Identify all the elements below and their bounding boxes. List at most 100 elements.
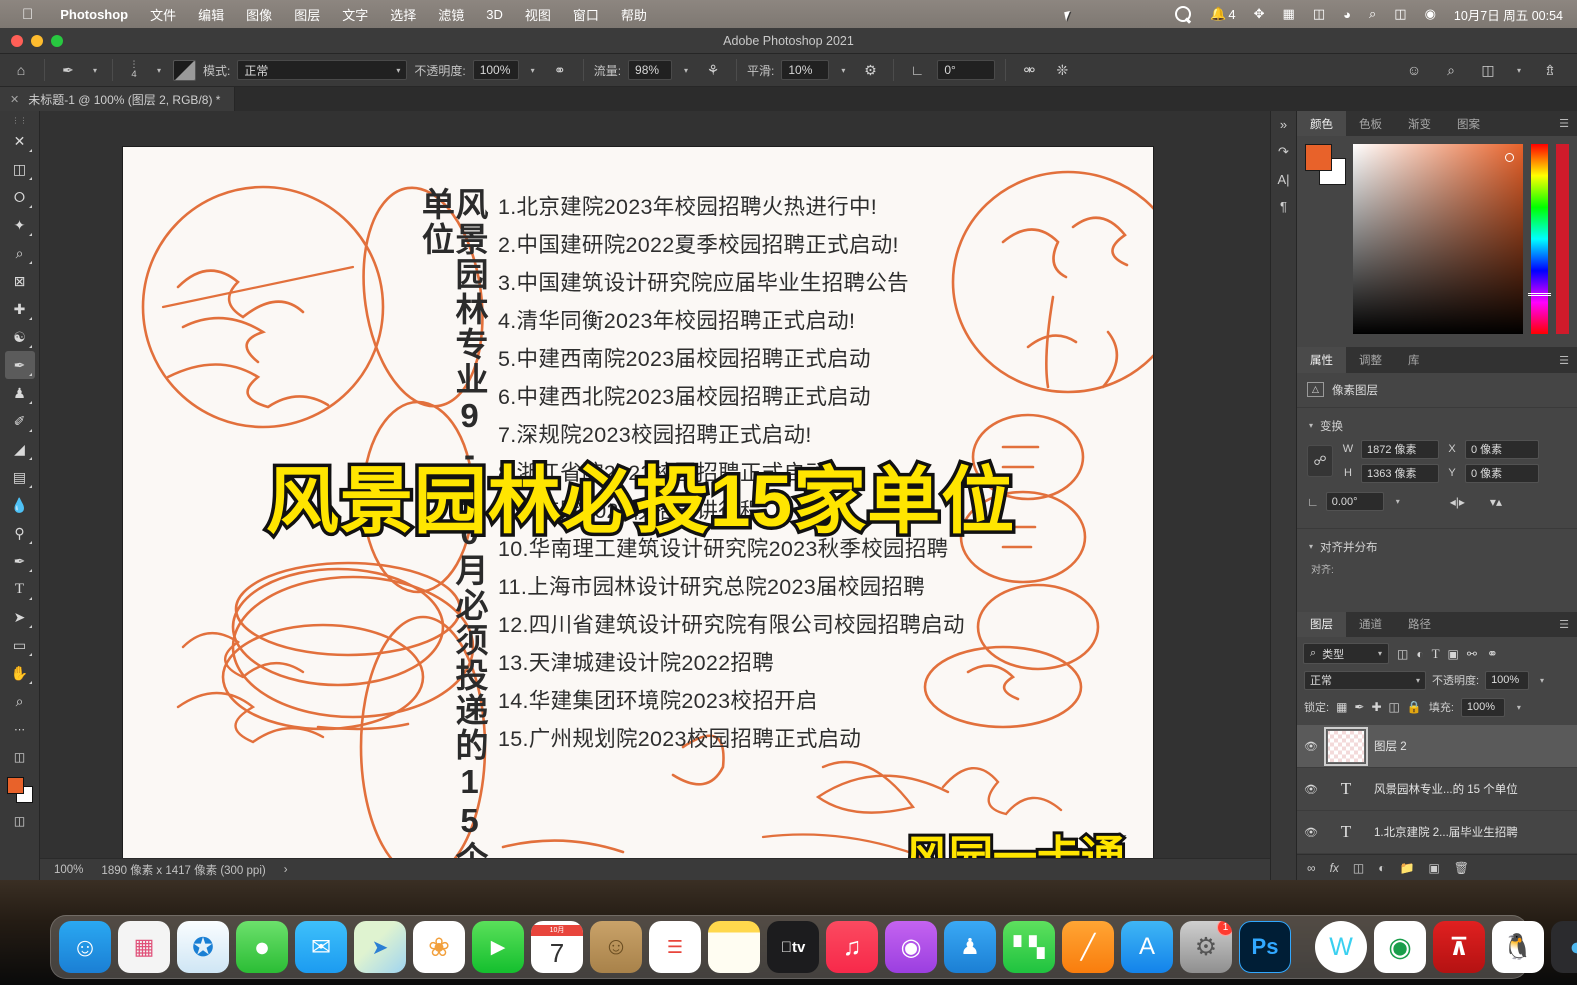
chevron-down-icon[interactable]: ▾ (1512, 60, 1526, 80)
dock-item-contacts[interactable]: ☺ (590, 921, 642, 973)
layer-visibility-icon[interactable]: 👁 (1304, 740, 1318, 753)
smoothing-chevron-icon[interactable]: ▾ (836, 60, 850, 80)
tool-pen[interactable]: ✒ (5, 547, 35, 575)
airbrush-icon[interactable]: ⚘ (700, 59, 726, 81)
layer-thumbnail[interactable] (1324, 726, 1368, 766)
tab-paths[interactable]: 路径 (1395, 612, 1444, 637)
dock-item-app-store[interactable]: A (1121, 921, 1173, 973)
tool-path-select[interactable]: ➤ (5, 603, 35, 631)
lock-all-icon[interactable]: 🔒 (1407, 700, 1422, 714)
shape-filter-icon[interactable]: ▣ (1448, 647, 1459, 661)
tool-gradient[interactable]: ▤ (5, 463, 35, 491)
apple-icon[interactable]:  (22, 6, 33, 23)
tool-magic-wand[interactable]: ✦ (5, 211, 35, 239)
dock-item-notes[interactable] (708, 921, 760, 973)
menu-item-layer[interactable]: 图层 (283, 5, 331, 24)
zoom-level[interactable]: 100% (54, 864, 83, 876)
bluetooth-icon[interactable]: ✥ (1245, 6, 1274, 22)
angle-input[interactable]: 0° (937, 60, 996, 80)
hue-slider-handle[interactable] (1528, 292, 1551, 296)
new-adjustment-icon[interactable]: ◐ (1378, 861, 1385, 875)
tab-layers[interactable]: 图层 (1297, 611, 1346, 638)
new-layer-icon[interactable]: ▣ (1428, 861, 1439, 875)
tool-stamp[interactable]: ♟ (5, 379, 35, 407)
document-tab[interactable]: ✕ 未标题-1 @ 100% (图层 2, RGB/8) * (0, 87, 236, 111)
tool-more[interactable]: ⋯ (5, 715, 35, 743)
layer-name[interactable]: 风景园林专业...的 15 个单位 (1374, 781, 1518, 797)
blend-mode-select[interactable]: 正常 ▾ (237, 60, 408, 80)
table-row[interactable]: 👁 图层 2 (1297, 725, 1577, 769)
paragraph-icon[interactable]: ¶ (1280, 199, 1287, 214)
tool-blur[interactable]: 💧 (5, 491, 35, 519)
layer-name[interactable]: 1.北京建院 2...届毕业生招聘 (1374, 824, 1518, 840)
menu-clock[interactable]: 10月7日 周五 00:54 (1445, 5, 1577, 24)
tab-gradients[interactable]: 渐变 (1395, 111, 1444, 136)
dock-item-messages[interactable]: ● (236, 921, 288, 973)
close-button[interactable] (11, 34, 23, 47)
menu-item-filter[interactable]: 滤镜 (427, 5, 475, 24)
dock-item-photoshop[interactable]: Ps (1239, 921, 1291, 973)
tab-swatches[interactable]: 色板 (1346, 111, 1395, 136)
tool-frame[interactable]: ⊠ (5, 267, 35, 295)
tool-rectangular-select[interactable]: ◫ (5, 155, 35, 183)
tool-dodge[interactable]: ⚲ (5, 519, 35, 547)
table-row[interactable]: 👁 T 风景园林专业...的 15 个单位 (1297, 768, 1577, 812)
y-input[interactable]: 0 像素 (1465, 463, 1539, 483)
smoothing-input[interactable]: 10% (781, 60, 830, 80)
siri-icon[interactable]: ◉ (1416, 6, 1445, 22)
search-icon[interactable]: ⌕ (1438, 59, 1464, 81)
upload-icon[interactable]: ⇯ (1537, 59, 1563, 81)
foreground-color-swatch[interactable] (6, 777, 24, 794)
adjustment-filter-icon[interactable]: ◐ (1416, 647, 1423, 661)
height-input[interactable]: 1363 像素 (1361, 463, 1439, 483)
maximize-button[interactable] (51, 34, 63, 47)
tool-brush[interactable]: ✒ (4, 351, 35, 379)
menu-app-name[interactable]: Photoshop (49, 7, 139, 22)
dock-item-calendar[interactable]: 10月 7 (531, 921, 583, 973)
dock-item-maps[interactable]: ➤ (354, 921, 406, 973)
tool-healing-brush[interactable]: ☯ (5, 323, 35, 351)
tool-move[interactable]: ✕ (5, 127, 35, 155)
tool-zoom[interactable]: ⌕ (5, 687, 35, 715)
fill-input[interactable]: 100% (1460, 697, 1505, 717)
panel-menu-icon[interactable]: ☰ (1551, 612, 1577, 637)
menu-item-3d[interactable]: 3D (475, 7, 514, 22)
flip-vertical-icon[interactable]: ▾▴ (1490, 495, 1502, 509)
screen-mode-icon[interactable]: ◫ (5, 807, 35, 835)
angle-chevron-icon[interactable]: ▾ (1391, 492, 1405, 512)
tab-channels[interactable]: 通道 (1346, 612, 1395, 637)
tool-crop[interactable]: ⌕ (5, 239, 35, 267)
dock-item-chrome[interactable]: ◉ (1374, 921, 1426, 973)
dock-item-numbers[interactable]: ▘▚ (1003, 921, 1055, 973)
dock-item-system-preferences[interactable]: ⚙ 1 (1180, 921, 1232, 973)
fill-chevron-icon[interactable]: ▾ (1512, 697, 1526, 717)
battery-icon[interactable]: ◫ (1304, 6, 1334, 22)
dock-item-music[interactable]: ♫ (826, 921, 878, 973)
dock-item-podcasts[interactable]: ◉ (885, 921, 937, 973)
menu-item-file[interactable]: 文件 (139, 5, 187, 24)
dock-item-finder[interactable]: ☺ (59, 921, 111, 973)
notification-bell-icon[interactable]: 🔔 4 (1201, 6, 1244, 22)
filter-toggle-icon[interactable]: ⚭ (1487, 646, 1498, 662)
minimize-button[interactable] (31, 34, 43, 47)
color-field[interactable] (1353, 144, 1523, 335)
layer-opacity-input[interactable]: 100% (1485, 670, 1530, 690)
tool-shape[interactable]: ▭ (5, 631, 35, 659)
dock-item-mail[interactable]: ✉ (295, 921, 347, 973)
table-row[interactable]: 👁 T 1.北京建院 2...届毕业生招聘 (1297, 811, 1577, 855)
opacity-chevron-icon[interactable]: ▾ (526, 60, 540, 80)
spotlight-magnifier-icon[interactable] (1166, 5, 1201, 23)
x-input[interactable]: 0 像素 (1465, 439, 1539, 459)
add-mask-icon[interactable]: ◫ (1353, 861, 1364, 875)
gear-icon[interactable]: ⚙ (857, 59, 883, 81)
search-icon[interactable]: ⌕ (1360, 6, 1385, 22)
symmetry-butterfly-icon[interactable]: ❊ (1049, 59, 1075, 81)
text-layer-thumbnail[interactable]: T (1327, 773, 1365, 806)
tool-history-brush[interactable]: ✐ (5, 407, 35, 435)
status-chevron-icon[interactable]: › (284, 864, 288, 876)
layer-kind-filter[interactable]: ⌕ 类型 ▾ (1303, 643, 1389, 665)
lock-artboard-icon[interactable]: ◫ (1389, 700, 1400, 714)
brush-size-chevron-icon[interactable]: ▾ (152, 60, 166, 80)
history-icon[interactable]: ↷ (1278, 144, 1289, 160)
input-source-icon[interactable]: ▦ (1274, 6, 1304, 22)
